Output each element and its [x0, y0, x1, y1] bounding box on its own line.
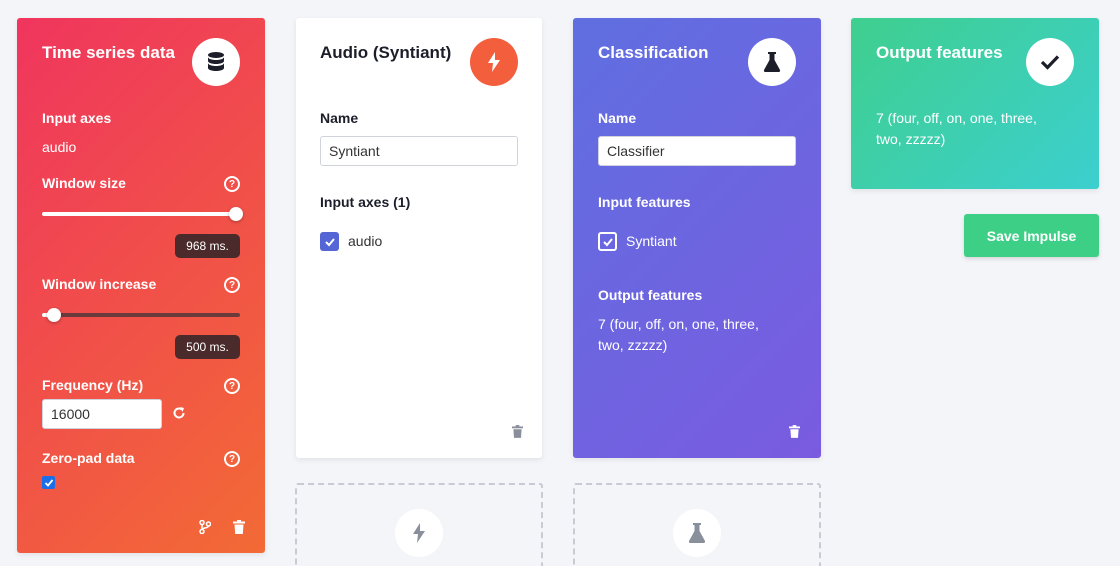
- trash-icon[interactable]: [512, 425, 523, 438]
- input-axes-count-label: Input axes (1): [320, 194, 411, 210]
- output-features-title: Output features: [876, 43, 1003, 62]
- input-axes-value: audio: [42, 139, 77, 155]
- database-icon: [192, 38, 240, 86]
- classification-title: Classification: [598, 43, 709, 62]
- window-increase-label: Window increase: [42, 276, 157, 292]
- zero-pad-help-icon[interactable]: ?: [224, 451, 240, 467]
- window-size-help-icon[interactable]: ?: [224, 176, 240, 192]
- save-impulse-button[interactable]: Save Impulse: [964, 214, 1099, 257]
- frequency-label: Frequency (Hz): [42, 377, 144, 393]
- window-increase-slider-track[interactable]: [42, 313, 240, 317]
- name-label: Name: [320, 110, 359, 126]
- audio-block-card: Audio (Syntiant) Name Syntiant Input axe…: [296, 18, 542, 458]
- input-feature-syntiant-label: Syntiant: [626, 233, 677, 249]
- add-learning-block-placeholder[interactable]: [573, 483, 821, 566]
- axis-audio-checkbox[interactable]: [320, 232, 339, 251]
- flask-icon: [748, 38, 796, 86]
- classifier-name-label: Name: [598, 110, 637, 126]
- input-features-label: Input features: [598, 194, 691, 210]
- window-size-slider-thumb[interactable]: [229, 207, 243, 221]
- output-features-card: Output features 7 (four, off, on, one, t…: [851, 18, 1099, 189]
- axis-audio-label: audio: [348, 233, 383, 249]
- trash-icon[interactable]: [789, 425, 800, 438]
- classification-output-features-label: Output features: [598, 287, 703, 303]
- classification-output-features-line2: two, zzzzz): [598, 337, 668, 353]
- zero-pad-checkbox[interactable]: [42, 476, 55, 489]
- window-increase-value-badge: 500 ms.: [175, 335, 240, 359]
- name-input[interactable]: Syntiant: [320, 136, 518, 166]
- window-increase-help-icon[interactable]: ?: [224, 277, 240, 293]
- lightning-icon: [470, 38, 518, 86]
- window-size-label: Window size: [42, 175, 126, 191]
- flask-icon: [673, 509, 721, 557]
- add-processing-block-placeholder[interactable]: [295, 483, 543, 566]
- frequency-input[interactable]: 16000: [42, 399, 162, 429]
- zero-pad-label: Zero-pad data: [42, 450, 135, 466]
- refresh-icon[interactable]: [172, 406, 186, 420]
- lightning-icon: [395, 509, 443, 557]
- time-series-title: Time series data: [42, 43, 175, 62]
- output-features-line1: 7 (four, off, on, one, three,: [876, 110, 1037, 126]
- branch-icon[interactable]: [199, 519, 212, 535]
- window-increase-slider-thumb[interactable]: [47, 308, 61, 322]
- classification-card: Classification Name Classifier Input fea…: [573, 18, 821, 458]
- classifier-name-input[interactable]: Classifier: [598, 136, 796, 166]
- trash-icon[interactable]: [233, 520, 245, 534]
- time-series-card: Time series data Input axes audio Window…: [17, 18, 265, 553]
- input-feature-syntiant-checkbox[interactable]: [598, 232, 617, 251]
- output-features-line2: two, zzzzz): [876, 131, 946, 147]
- frequency-help-icon[interactable]: ?: [224, 378, 240, 394]
- audio-block-title: Audio (Syntiant): [320, 43, 452, 62]
- input-axes-label: Input axes: [42, 110, 112, 126]
- checkmark-icon: [1026, 38, 1074, 86]
- classification-output-features-line1: 7 (four, off, on, one, three,: [598, 316, 759, 332]
- window-size-value-badge: 968 ms.: [175, 234, 240, 258]
- window-size-slider-track[interactable]: [42, 212, 237, 216]
